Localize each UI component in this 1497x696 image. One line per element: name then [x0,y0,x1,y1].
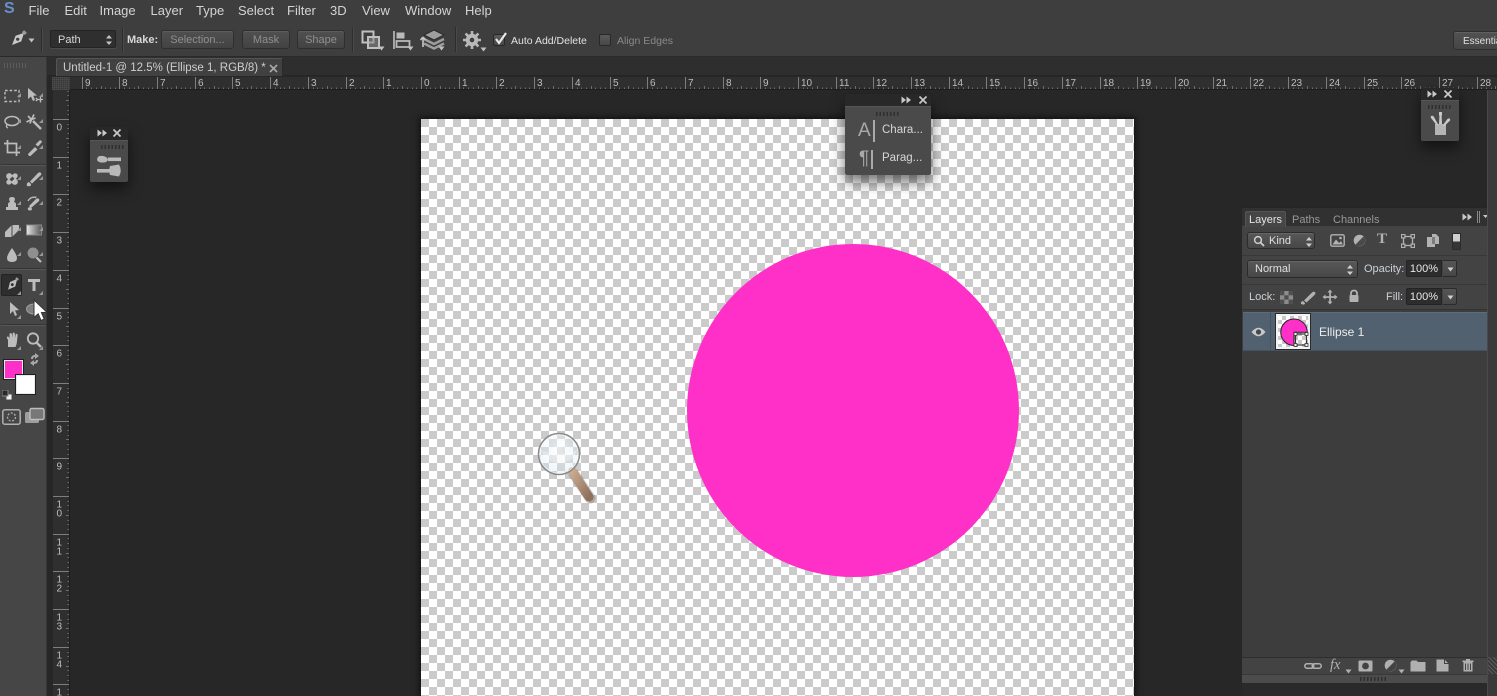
svg-text:1: 1 [386,78,392,89]
svg-text:17: 17 [1065,78,1077,89]
svg-text:10: 10 [801,78,813,89]
svg-text:28: 28 [1480,78,1492,89]
svg-text:1: 1 [57,688,63,696]
svg-text:24: 24 [1329,78,1341,89]
svg-text:5: 5 [613,78,619,89]
svg-text:12: 12 [876,78,888,89]
svg-text:19: 19 [1140,78,1152,89]
svg-text:6: 6 [650,78,656,89]
svg-text:3: 3 [311,78,317,89]
svg-text:0: 0 [57,123,63,134]
svg-text:1: 1 [57,161,63,172]
svg-text:7: 7 [688,78,694,89]
svg-text:5: 5 [57,312,63,323]
svg-text:22: 22 [1253,78,1265,89]
svg-text:23: 23 [1291,78,1303,89]
svg-text:25: 25 [1367,78,1379,89]
svg-text:7: 7 [57,387,63,398]
svg-text:4: 4 [273,78,279,89]
svg-text:3: 3 [57,236,63,247]
svg-text:1: 1 [57,547,63,558]
svg-text:4: 4 [57,274,63,285]
svg-text:9: 9 [57,462,63,473]
svg-text:20: 20 [1178,78,1190,89]
svg-text:1: 1 [462,78,468,89]
svg-text:9: 9 [85,78,91,89]
svg-text:0: 0 [57,509,63,520]
svg-text:13: 13 [914,78,926,89]
svg-text:26: 26 [1404,78,1416,89]
svg-text:0: 0 [424,78,430,89]
svg-text:11: 11 [839,78,850,89]
svg-text:7: 7 [160,78,166,89]
svg-text:2: 2 [349,78,355,89]
svg-text:18: 18 [1103,78,1115,89]
svg-text:15: 15 [989,78,1001,89]
svg-text:5: 5 [235,78,241,89]
svg-text:8: 8 [57,425,63,436]
svg-text:2: 2 [57,584,63,595]
svg-text:4: 4 [575,78,581,89]
svg-text:21: 21 [1216,78,1228,89]
svg-text:8: 8 [122,78,128,89]
svg-text:8: 8 [726,78,732,89]
svg-text:9: 9 [763,78,769,89]
svg-text:4: 4 [57,660,63,671]
svg-text:3: 3 [537,78,543,89]
svg-text:3: 3 [57,622,63,633]
svg-text:6: 6 [57,349,63,360]
svg-text:6: 6 [198,78,204,89]
svg-text:2: 2 [57,198,63,209]
svg-text:14: 14 [952,78,964,89]
svg-text:2: 2 [499,78,505,89]
svg-text:16: 16 [1027,78,1039,89]
